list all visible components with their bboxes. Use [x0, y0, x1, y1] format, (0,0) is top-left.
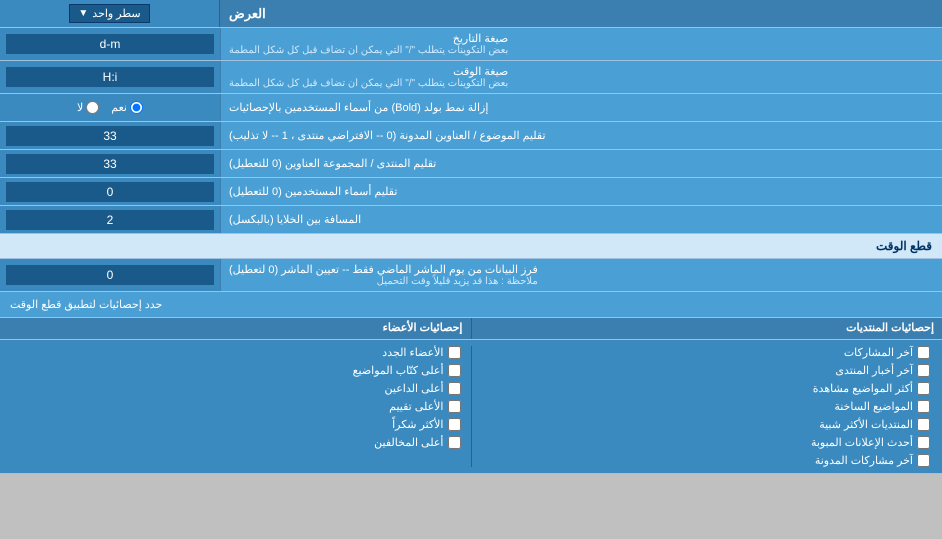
username-trim-row: تقليم أسماء المستخدمين (0 للتعطيل) — [0, 178, 942, 206]
list-item: آخر أخبار المنتدى — [482, 364, 931, 377]
time-format-row: صيغة الوقت بعض التكوينات يتطلب "/" التي … — [0, 61, 942, 94]
forum-title-trim-label: تقليم المنتدى / المجموعة العناوين (0 للت… — [220, 150, 942, 177]
page-title: العرض — [220, 0, 942, 27]
forum-title-trim-input[interactable] — [6, 154, 214, 174]
cb-top-violators[interactable] — [448, 436, 461, 449]
radio-yes[interactable] — [130, 101, 143, 114]
username-trim-input[interactable] — [6, 182, 214, 202]
checkboxes-section: حدد إحصائيات لتطبيق قطع الوقت إحصائيات ا… — [0, 292, 942, 474]
time-format-label: صيغة الوقت بعض التكوينات يتطلب "/" التي … — [220, 61, 942, 93]
apply-label: حدد إحصائيات لتطبيق قطع الوقت — [0, 292, 942, 317]
date-format-label: صيغة التاريخ بعض التكوينات يتطلب "/" الت… — [220, 28, 942, 60]
time-format-input[interactable] — [6, 67, 214, 87]
checkbox-col1: آخر المشاركات آخر أخبار المنتدى أكثر الم… — [474, 346, 939, 467]
cb-new-members[interactable] — [448, 346, 461, 359]
display-mode-dropdown[interactable]: سطر واحد ▼ — [69, 4, 149, 23]
forum-title-trim-row: تقليم المنتدى / المجموعة العناوين (0 للت… — [0, 150, 942, 178]
col1-header: إحصائيات المنتديات — [472, 318, 942, 339]
topic-title-trim-input[interactable] — [6, 126, 214, 146]
cb-last-news[interactable] — [917, 364, 930, 377]
topic-title-trim-row: تقليم الموضوع / العناوين المدونة (0 -- ا… — [0, 122, 942, 150]
main-container: العرض سطر واحد ▼ صيغة التاريخ بعض التكوي… — [0, 0, 942, 474]
list-item: أحدث الإعلانات المبوبة — [482, 436, 931, 449]
topic-title-trim-label: تقليم الموضوع / العناوين المدونة (0 -- ا… — [220, 122, 942, 149]
col2-header: إحصائيات الأعضاء — [0, 318, 471, 339]
dropdown-arrow-icon: ▼ — [78, 8, 88, 19]
bold-remove-row: إزالة نمط بولد (Bold) من أسماء المستخدمي… — [0, 94, 942, 122]
apply-row: حدد إحصائيات لتطبيق قطع الوقت — [0, 292, 942, 318]
date-format-input[interactable] — [6, 34, 214, 54]
cb-top-writers[interactable] — [448, 364, 461, 377]
list-item: الأكثر شكراً — [12, 418, 461, 431]
cb-top-inviters[interactable] — [448, 382, 461, 395]
list-item: المنتديات الأكثر شبية — [482, 418, 931, 431]
cell-spacing-input[interactable] — [6, 210, 214, 230]
list-item: المواضيع الساخنة — [482, 400, 931, 413]
list-item: أعلى الداعين — [12, 382, 461, 395]
radio-no[interactable] — [86, 101, 99, 114]
realtime-days-row: فرز البيانات من يوم الماشر الماضي فقط --… — [0, 259, 942, 292]
title-row: العرض سطر واحد ▼ — [0, 0, 942, 28]
list-item: آخر مشاركات المدونة — [482, 454, 931, 467]
date-format-row: صيغة التاريخ بعض التكوينات يتطلب "/" الت… — [0, 28, 942, 61]
cb-most-viewed[interactable] — [917, 382, 930, 395]
list-item: آخر المشاركات — [482, 346, 931, 359]
bold-remove-label: إزالة نمط بولد (Bold) من أسماء المستخدمي… — [220, 94, 942, 121]
cell-spacing-label: المسافة بين الخلايا (بالبكسل) — [220, 206, 942, 233]
checkbox-col2: الأعضاء الجدد أعلى كتّاب المواضيع أعلى ا… — [4, 346, 469, 467]
radio-yes-label[interactable]: نعم — [111, 101, 143, 114]
realtime-days-label: فرز البيانات من يوم الماشر الماضي فقط --… — [220, 259, 942, 291]
radio-no-label[interactable]: لا — [77, 101, 99, 114]
list-item: الأعلى تقييم — [12, 400, 461, 413]
cb-most-thanked[interactable] — [448, 418, 461, 431]
realtime-days-input[interactable] — [6, 265, 214, 285]
cb-last-blog-posts[interactable] — [917, 454, 930, 467]
cb-similar-forums[interactable] — [917, 418, 930, 431]
list-item: أعلى المخالفين — [12, 436, 461, 449]
cb-hot-topics[interactable] — [917, 400, 930, 413]
cb-top-rated[interactable] — [448, 400, 461, 413]
bold-radio-group: نعم لا — [77, 101, 143, 114]
checkbox-cols-header: إحصائيات المنتديات إحصائيات الأعضاء — [0, 318, 942, 340]
cell-spacing-row: المسافة بين الخلايا (بالبكسل) — [0, 206, 942, 234]
checkboxes-grid: آخر المشاركات آخر أخبار المنتدى أكثر الم… — [0, 340, 942, 473]
list-item: أعلى كتّاب المواضيع — [12, 364, 461, 377]
username-trim-label: تقليم أسماء المستخدمين (0 للتعطيل) — [220, 178, 942, 205]
list-item: أكثر المواضيع مشاهدة — [482, 382, 931, 395]
list-item: الأعضاء الجدد — [12, 346, 461, 359]
cb-latest-classifieds[interactable] — [917, 436, 930, 449]
realtime-section-header: قطع الوقت — [0, 234, 942, 259]
cb-last-posts[interactable] — [917, 346, 930, 359]
